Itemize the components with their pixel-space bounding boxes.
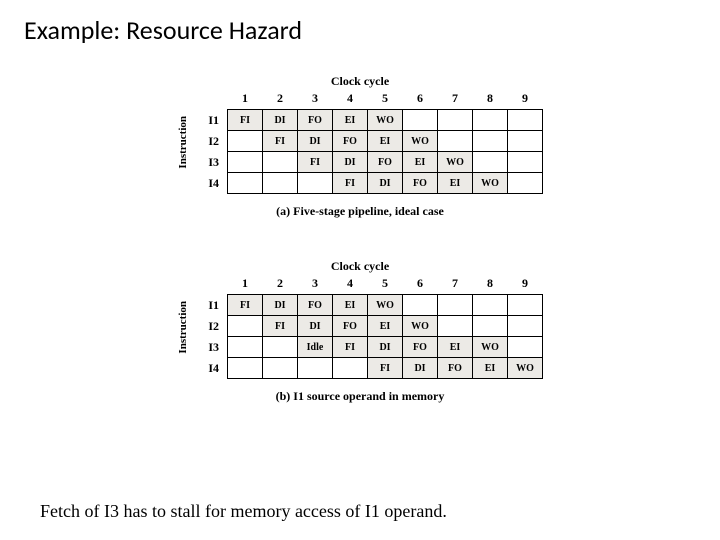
pipeline-table-a: Clock cycle Instruction 1 2 3 4 5 6 7 8 … (177, 74, 543, 219)
instruction-label-b: Instruction (177, 301, 189, 354)
clock-label-b: Clock cycle (331, 259, 389, 274)
page-title: Example: Resource Hazard (24, 14, 696, 46)
grid-a: 1 2 3 4 5 6 7 8 9 I1 FI DI FO (195, 91, 543, 194)
footnote-text: Fetch of I3 has to stall for memory acce… (40, 501, 447, 522)
clock-label-a: Clock cycle (331, 74, 389, 89)
caption-a: (a) Five-stage pipeline, ideal case (276, 204, 444, 219)
caption-b: (b) I1 source operand in memory (276, 389, 445, 404)
figure-container: Clock cycle Instruction 1 2 3 4 5 6 7 8 … (24, 74, 696, 404)
instruction-label-a: Instruction (177, 116, 189, 169)
pipeline-table-b: Clock cycle Instruction 1 2 3 4 5 6 7 8 … (177, 259, 543, 404)
grid-b: 1 2 3 4 5 6 7 8 9 I1 FI DI FO (195, 276, 543, 379)
